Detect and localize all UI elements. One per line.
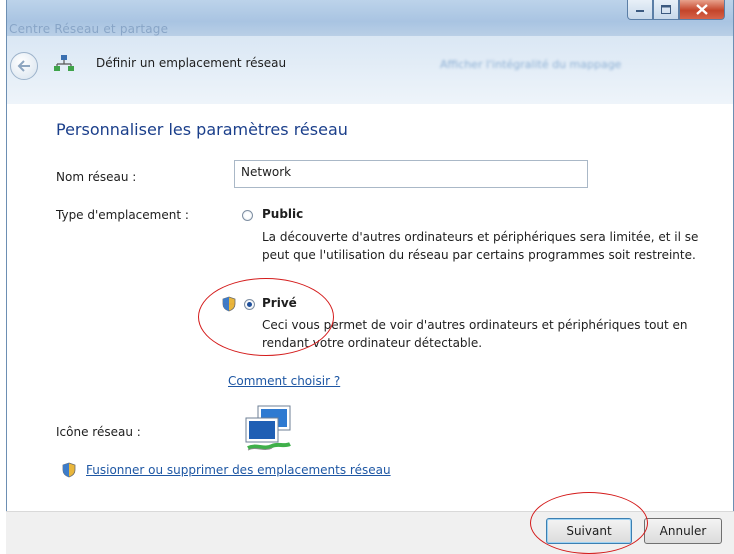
maximize-button[interactable]	[653, 0, 679, 20]
private-description-line-2: rendant votre ordinateur détectable.	[262, 336, 483, 350]
private-radio[interactable]	[244, 299, 255, 310]
minimize-icon	[636, 9, 644, 12]
close-button[interactable]	[679, 0, 725, 20]
public-description-line-2: peut que l'utilisation du réseau par cer…	[262, 248, 696, 262]
help-link[interactable]: Comment choisir ?	[228, 374, 340, 388]
private-option-title: Privé	[262, 296, 297, 310]
public-option-title: Public	[262, 207, 304, 221]
window-title: Centre Réseau et partage	[9, 22, 169, 36]
back-arrow-icon	[17, 60, 30, 72]
location-type-label: Type d'emplacement :	[56, 208, 189, 222]
merge-locations-link[interactable]: Fusionner ou supprimer des emplacements …	[86, 463, 391, 477]
network-icon[interactable]	[244, 404, 294, 456]
public-radio[interactable]	[242, 210, 253, 221]
private-description-line-1: Ceci vous permet de voir d'autres ordina…	[262, 318, 688, 332]
network-icon-label: Icône réseau :	[56, 425, 141, 439]
blurred-text: Afficher l'intégralité du mappage	[440, 58, 622, 71]
back-button[interactable]	[10, 52, 38, 80]
close-icon	[696, 4, 708, 15]
network-map-icon	[54, 55, 74, 71]
section-title: Personnaliser les paramètres réseau	[56, 120, 348, 139]
navigation-bar	[7, 36, 733, 104]
network-name-input[interactable]	[234, 160, 588, 188]
header-title: Définir un emplacement réseau	[96, 56, 287, 70]
maximize-icon	[661, 5, 671, 14]
shield-icon	[222, 296, 236, 312]
title-bar[interactable]: Centre Réseau et partage	[7, 0, 733, 36]
network-name-label: Nom réseau :	[56, 170, 137, 184]
minimize-button[interactable]	[627, 0, 653, 20]
public-description-line-1: La découverte d'autres ordinateurs et pé…	[262, 230, 699, 244]
next-button[interactable]: Suivant	[546, 518, 632, 544]
shield-icon	[62, 462, 76, 478]
cancel-button[interactable]: Annuler	[644, 518, 722, 544]
